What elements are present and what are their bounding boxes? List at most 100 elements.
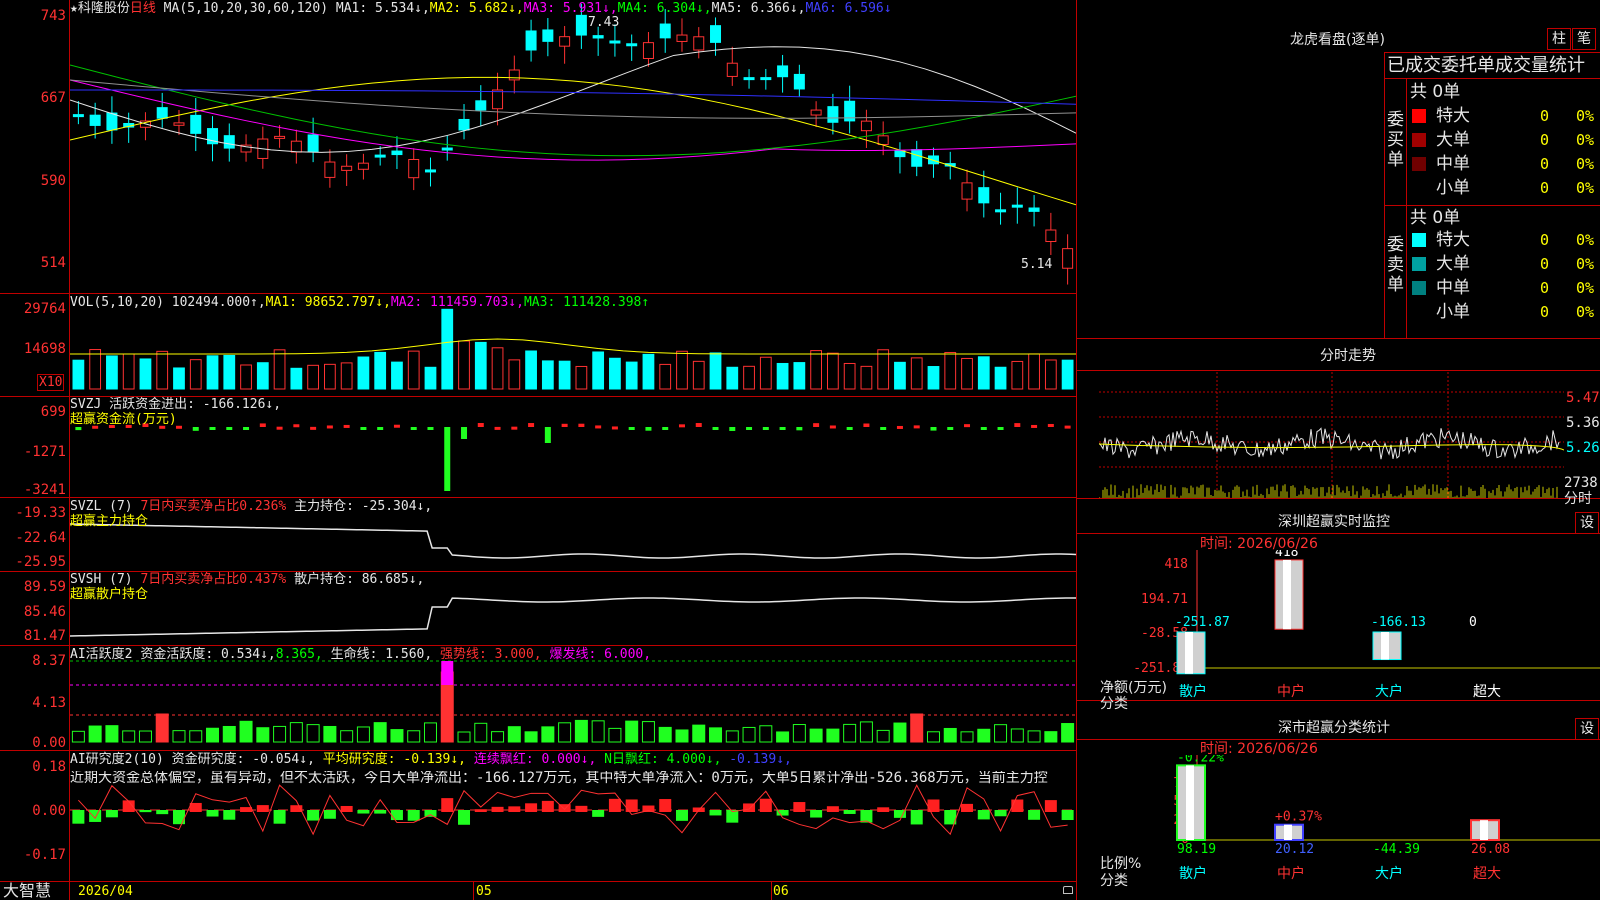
- ai1-t2: 8.365,: [275, 647, 323, 662]
- research-bar: [139, 810, 152, 813]
- candle-body: [961, 182, 973, 200]
- flow-bar: [913, 425, 920, 429]
- flow-bar: [1014, 423, 1021, 427]
- volume-bar: [424, 366, 437, 390]
- volume-bar: [391, 361, 403, 390]
- fenshi-unit: 分时: [1564, 491, 1592, 507]
- vol-ma2: MA2: 111459.703↓,: [390, 295, 524, 310]
- candle-body: [710, 25, 722, 43]
- sell-row-pct-3: 0%: [1576, 303, 1595, 321]
- ai2-name: AI研究度2(10): [70, 752, 164, 767]
- candle-body: [793, 73, 805, 90]
- activity-bar: [222, 725, 236, 743]
- activity-bar: [1044, 731, 1058, 743]
- activity-bar: [826, 728, 840, 743]
- ai1-name: AI活跃度2: [70, 647, 133, 662]
- szfl-bar-value: 98.19: [1177, 842, 1216, 857]
- buy-row-pct-1: 0%: [1576, 131, 1595, 149]
- research-bar: [156, 810, 169, 815]
- flow-bar: [796, 427, 803, 431]
- sell-row-pct-1: 0%: [1576, 255, 1595, 273]
- activity-bar: [675, 729, 689, 743]
- flow-bar: [628, 427, 635, 430]
- vol-ma3: MA3: 111428.398↑: [523, 295, 650, 310]
- activity-bar: [306, 724, 320, 743]
- flow-bar: [595, 425, 602, 429]
- tick-view-button[interactable]: 笔: [1572, 28, 1596, 50]
- ai2-y-0: 0.18: [32, 759, 66, 775]
- candle-body: [877, 135, 889, 145]
- activity-bar: [105, 725, 119, 743]
- activity-bar: [809, 728, 823, 743]
- candle-body: [374, 154, 386, 158]
- activity-bar: [390, 729, 404, 743]
- research-bar: [458, 810, 471, 825]
- flow-bar: [829, 425, 836, 429]
- low-price-label: 5.14: [1021, 257, 1053, 272]
- candle-body: [89, 114, 101, 126]
- research-bar: [390, 810, 403, 821]
- ai2-t2: 平均研究度: -0.139↓,: [322, 752, 467, 767]
- buy-row-count-0: 0: [1540, 107, 1550, 125]
- svzj-chart[interactable]: [70, 397, 1076, 497]
- research-bar: [541, 800, 554, 812]
- sell-row-count-2: 0: [1540, 279, 1550, 297]
- flow-bar: [528, 423, 535, 427]
- activity-bar: [122, 730, 136, 743]
- period-label[interactable]: 日线: [130, 1, 156, 16]
- szfl-cat-label: 大户: [1375, 865, 1403, 882]
- szcy-bar-value: -251.87: [1175, 615, 1230, 630]
- sell-total: 共 0单: [1410, 208, 1461, 228]
- vol-name: VOL(5,10,20): [70, 295, 164, 310]
- szfl-bar-value: 26.08: [1471, 842, 1510, 857]
- candle-body: [458, 118, 470, 131]
- activity-bar: [843, 723, 857, 743]
- volume-bar: [374, 351, 387, 390]
- volume-bar: [508, 359, 521, 390]
- activity-bar: [541, 726, 555, 743]
- intraday-chart[interactable]: [1099, 372, 1564, 499]
- szfl-cat-label: 中户: [1277, 865, 1305, 882]
- activity-bar: [206, 727, 220, 743]
- volume-bar: [642, 353, 655, 390]
- szcy-bar-chart: 418194.71-28.58-251.87-251.87散户418中户-166…: [1133, 550, 1600, 700]
- candlestick-chart[interactable]: [70, 0, 1076, 293]
- volume-bar: [357, 356, 370, 390]
- activity-bar: [423, 722, 437, 743]
- volume-bar: [256, 362, 269, 390]
- research-bar: [323, 810, 336, 819]
- research-bar: [625, 799, 638, 812]
- volume-bar: [994, 366, 1007, 390]
- bar-view-button[interactable]: 柱: [1547, 28, 1571, 50]
- activity-bar: [189, 730, 203, 743]
- volume-bar: [558, 360, 571, 390]
- szfl-bar-value: 20.12: [1275, 842, 1314, 857]
- flow-bar: [964, 424, 971, 428]
- research-bar: [340, 805, 353, 812]
- volume-bar: [625, 361, 638, 390]
- szfl-bar-chart: 7550250-0.22%98.19散户+0.37%20.12中户-44.39大…: [1173, 755, 1600, 882]
- szcy-settings-button[interactable]: 设: [1575, 512, 1599, 534]
- svzl-desc: 7日内买卖净占比0.236%: [140, 499, 287, 514]
- vol-ma1: MA1: 98652.797↓,: [265, 295, 391, 310]
- szfl-settings-button[interactable]: 设: [1575, 718, 1599, 740]
- stock-name: ★科隆股份: [70, 1, 130, 16]
- research-bar: [508, 806, 521, 812]
- volume-bar: [1011, 360, 1024, 390]
- lock-icon[interactable]: [1063, 886, 1073, 894]
- ma4-label: MA4: 6.304↓,: [617, 1, 712, 16]
- ma3-line: [70, 79, 1076, 161]
- candle-body: [357, 162, 369, 170]
- candle-body: [827, 106, 839, 123]
- activity-bar: [608, 727, 622, 743]
- candle-body: [441, 147, 453, 151]
- month-05-label: 05: [476, 884, 492, 899]
- flow-bar: [746, 427, 753, 430]
- flow-bar: [779, 427, 786, 430]
- buy-row-color-1: [1412, 133, 1426, 147]
- candle-body: [911, 149, 923, 167]
- candle-body: [324, 161, 336, 178]
- ai2-t1: 资金研究度: -0.054↓,: [171, 752, 315, 767]
- flow-bar: [762, 427, 769, 430]
- volume-bar: [877, 349, 890, 390]
